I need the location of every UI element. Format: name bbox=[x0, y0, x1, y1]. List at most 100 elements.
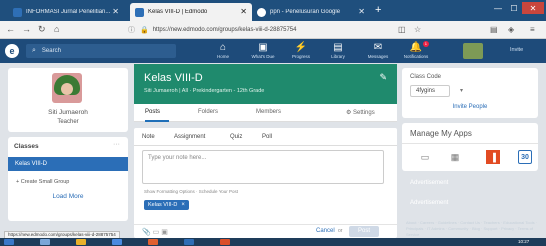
class-item-selected[interactable]: Kelas VIII-D bbox=[8, 157, 128, 171]
nav-home[interactable]: ⌂ Home bbox=[207, 41, 239, 63]
close-icon[interactable]: ✕ bbox=[112, 7, 119, 17]
app-screen-icon[interactable]: ▭ bbox=[418, 150, 432, 164]
browser-tab-edmodo[interactable]: Kelas VIII-D | Edmodo ✕ bbox=[130, 3, 252, 21]
new-tab-button[interactable]: + bbox=[375, 5, 381, 16]
invite-people-button[interactable]: Invite People bbox=[402, 104, 538, 110]
back-icon[interactable]: ← bbox=[6, 24, 15, 35]
taskbar-app-icon[interactable] bbox=[112, 239, 122, 245]
calendar-icon: ▣ bbox=[258, 42, 268, 53]
taskbar-app-icon[interactable] bbox=[220, 239, 230, 245]
url-field[interactable]: ⓘ 🔒 https://new.edmodo.com/groups/kelas-… bbox=[128, 24, 296, 36]
manage-apps-card: Manage My Apps ▭ ▦ ▐ 30 bbox=[402, 123, 538, 171]
composer-tab-note[interactable]: Note bbox=[142, 134, 155, 140]
nav-label: Home bbox=[216, 54, 229, 59]
active-tab-indicator bbox=[145, 120, 169, 122]
class-code-value[interactable]: 4fygins bbox=[410, 85, 450, 97]
footer-links[interactable]: About · Careers · Guidelines · Contact U… bbox=[402, 220, 538, 238]
search-placeholder: Search bbox=[41, 48, 61, 54]
tab-title: Kelas VIII-D | Edmodo bbox=[148, 9, 208, 15]
nav-label: Progress bbox=[291, 54, 310, 59]
taskbar-app-icon[interactable] bbox=[184, 239, 194, 245]
class-title: Kelas VIII-D bbox=[144, 72, 203, 84]
nav-notifications[interactable]: 🔔 1 Notifications bbox=[400, 41, 432, 63]
classes-heading: Classes bbox=[14, 143, 39, 150]
composer-tab-poll[interactable]: Poll bbox=[262, 134, 272, 140]
app-calendar-icon[interactable]: 30 bbox=[518, 150, 532, 164]
tab-settings[interactable]: ⚙ Settings bbox=[346, 109, 375, 116]
nav-label: What's Due bbox=[251, 54, 275, 59]
attach-icons[interactable]: 📎 ▭ ▣ bbox=[142, 228, 168, 236]
browser-tab-journal[interactable]: INFORMASI Jurnal Penelitian... ✕ bbox=[8, 3, 124, 21]
tab-folders[interactable]: Folders bbox=[198, 109, 218, 115]
search-input[interactable]: ⌕ Search bbox=[26, 44, 176, 58]
nav-progress[interactable]: ⚡ Progress bbox=[285, 41, 317, 63]
library-icon[interactable]: ▤ bbox=[490, 24, 498, 35]
screen: INFORMASI Jurnal Penelitian... ✕ Kelas V… bbox=[0, 0, 546, 246]
reader-icon[interactable]: ◫ bbox=[398, 24, 406, 35]
star-icon[interactable]: ☆ bbox=[414, 24, 421, 35]
taskbar-app-icon[interactable] bbox=[40, 239, 50, 245]
app-office-icon[interactable]: ▐ bbox=[486, 150, 500, 164]
browser-tab-google[interactable]: ppn - Penelusuran Google ✕ bbox=[252, 3, 370, 21]
note-input[interactable]: Type your note here... bbox=[142, 150, 384, 184]
nav-whats-due[interactable]: ▣ What's Due bbox=[247, 41, 279, 63]
reload-icon[interactable]: ↻ bbox=[38, 24, 46, 35]
forward-icon[interactable]: → bbox=[22, 24, 31, 35]
load-more-link[interactable]: Load More bbox=[8, 193, 128, 200]
info-icon[interactable]: ⓘ bbox=[128, 25, 135, 35]
notification-badge: 1 bbox=[422, 41, 429, 47]
avatar[interactable] bbox=[463, 43, 483, 59]
composer-tab-assignment[interactable]: Assignment bbox=[174, 134, 205, 140]
remove-tag-icon[interactable]: × bbox=[181, 202, 185, 208]
profile-name[interactable]: Siti Jumaeroh bbox=[8, 109, 128, 116]
close-icon[interactable]: ✕ bbox=[240, 7, 247, 17]
taskbar: 10:27 bbox=[0, 238, 546, 246]
composer-footer: 📎 ▭ ▣ Cancel or Post bbox=[134, 224, 397, 238]
favicon-icon bbox=[13, 7, 22, 17]
class-code-card: Class Code 4fygins ▾ Invite People bbox=[402, 68, 538, 118]
composer-tab-quiz[interactable]: Quiz bbox=[230, 134, 242, 140]
nav-messages[interactable]: ✉ Messages bbox=[362, 41, 394, 63]
library-icon: ▤ bbox=[333, 42, 343, 53]
edmodo-top-nav: e ⌕ Search ⌂ Home ▣ What's Due ⚡ Progres… bbox=[0, 39, 546, 63]
close-icon[interactable]: ✕ bbox=[358, 7, 365, 17]
nav-label: Notifications bbox=[403, 54, 429, 59]
start-icon[interactable] bbox=[4, 239, 14, 245]
address-bar: ← → ↻ ⌂ ⓘ 🔒 https://new.edmodo.com/group… bbox=[0, 21, 546, 39]
or-text: or bbox=[338, 228, 343, 234]
menu-icon[interactable]: ≡ bbox=[530, 24, 535, 35]
invite-link[interactable]: Invite bbox=[510, 47, 523, 53]
nav-library[interactable]: ▤ Library bbox=[322, 41, 354, 63]
folder-icon[interactable] bbox=[76, 239, 86, 245]
class-subtitle: Siti Jumaeroh | All · Prekindergarten - … bbox=[144, 88, 265, 94]
post-button[interactable]: Post bbox=[349, 226, 379, 237]
edmodo-logo[interactable]: e bbox=[5, 44, 19, 58]
maximize-button[interactable]: ☐ bbox=[506, 2, 522, 14]
create-small-group-link[interactable]: + Create Small Group bbox=[16, 179, 69, 185]
progress-icon: ⚡ bbox=[294, 42, 308, 53]
taskbar-app-icon[interactable] bbox=[148, 239, 158, 245]
recipient-tag-label: Kelas VIII-D bbox=[148, 202, 178, 208]
class-tabs: Posts Folders Members ⚙ Settings bbox=[134, 104, 397, 122]
shield-icon[interactable]: ◈ bbox=[508, 24, 514, 35]
formatting-options-link[interactable]: Show Formatting Options · Schedule Your … bbox=[144, 189, 238, 194]
recipient-tag: Kelas VIII-D × bbox=[144, 200, 189, 210]
home-icon[interactable]: ⌂ bbox=[54, 24, 59, 35]
classes-panel: Classes ··· Kelas VIII-D + Create Small … bbox=[8, 137, 128, 221]
minimize-button[interactable]: — bbox=[490, 2, 506, 14]
tab-members[interactable]: Members bbox=[256, 109, 281, 115]
window-close-button[interactable]: ✕ bbox=[522, 2, 544, 14]
browser-tab-strip: INFORMASI Jurnal Penelitian... ✕ Kelas V… bbox=[0, 0, 546, 21]
edit-icon[interactable]: ✎ bbox=[379, 72, 387, 83]
bell-icon: 🔔 bbox=[409, 42, 423, 53]
app-grid-icon[interactable]: ▦ bbox=[448, 150, 462, 164]
divider bbox=[134, 145, 397, 146]
clock[interactable]: 10:27 bbox=[518, 238, 529, 246]
cancel-button[interactable]: Cancel bbox=[316, 228, 335, 234]
messages-icon: ✉ bbox=[373, 42, 383, 53]
chevron-down-icon[interactable]: ▾ bbox=[460, 87, 463, 94]
profile-photo[interactable] bbox=[52, 73, 82, 103]
more-icon[interactable]: ··· bbox=[113, 141, 120, 148]
post-composer: Note Assignment Quiz Poll Type your note… bbox=[134, 128, 397, 238]
tab-posts[interactable]: Posts bbox=[145, 109, 160, 115]
